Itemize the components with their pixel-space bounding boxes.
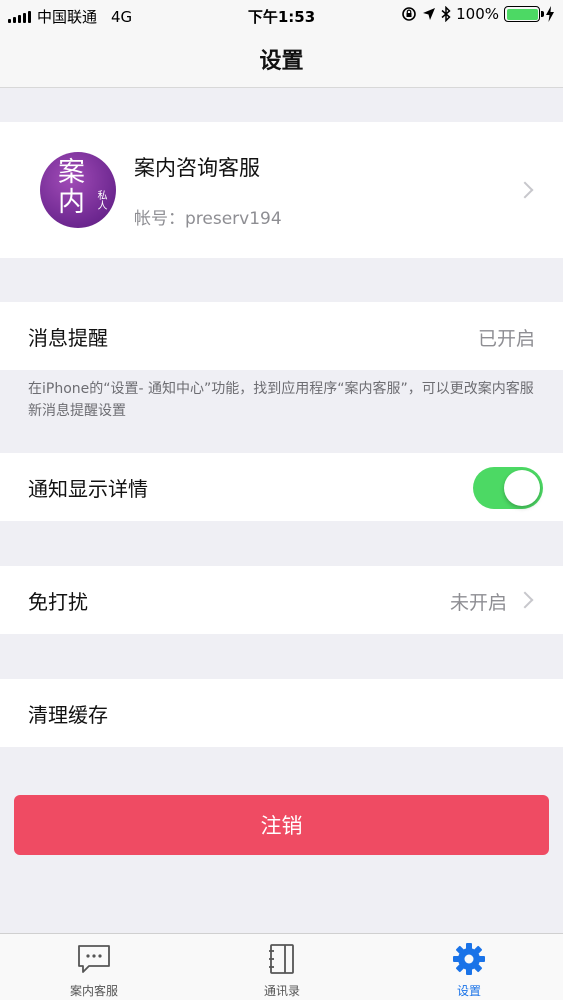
charging-icon [546,6,554,22]
tab-bar: 案内客服 通讯录 设置 [0,933,563,1000]
battery-percent: 100% [456,5,499,23]
tab-chat-label: 案内客服 [69,984,118,998]
logout-button[interactable]: 注销 [14,795,549,855]
notification-row[interactable]: 消息提醒 已开启 [0,302,563,370]
show-details-row: 通知显示详情 [0,453,563,521]
notification-value: 已开启 [477,328,535,350]
profile-name: 案内咨询客服 [134,156,260,180]
orientation-lock-icon [402,7,416,21]
tab-settings[interactable]: 设置 [375,934,563,1000]
show-details-toggle[interactable] [473,467,543,509]
address-book-icon [269,944,294,974]
chevron-right-icon [516,591,534,609]
clear-cache-row[interactable]: 清理缓存 [0,679,563,747]
status-right: 100% [401,5,555,23]
avatar-text-small: 私人 [95,190,106,210]
tab-chat[interactable]: 案内客服 [0,934,188,1000]
profile-card[interactable]: 案 内 私人 案内咨询客服 帐号：preserv194 [0,122,563,258]
location-icon [423,8,436,20]
tab-contacts-label: 通讯录 [263,984,300,998]
clear-cache-label: 清理缓存 [28,703,108,727]
gear-icon [453,943,485,975]
bluetooth-icon [441,6,451,22]
chevron-right-icon [516,181,534,199]
do-not-disturb-row[interactable]: 免打扰 未开启 [0,566,563,634]
nav-bar: 设置 [0,30,563,88]
tab-contacts[interactable]: 通讯录 [188,934,376,1000]
do-not-disturb-value: 未开启 [449,592,507,614]
page-title: 设置 [259,48,304,74]
tab-settings-label: 设置 [456,984,481,998]
battery-icon [504,6,544,22]
profile-account: 帐号：preserv194 [134,209,282,229]
do-not-disturb-label: 免打扰 [28,590,88,614]
avatar-text-1: 案 [58,157,85,188]
avatar: 案 内 私人 [40,152,116,228]
status-bar: 中国联通 4G 下午1:53 100% [0,0,563,30]
notification-label: 消息提醒 [28,326,108,350]
show-details-label: 通知显示详情 [28,477,148,501]
toggle-knob [504,470,540,506]
chat-bubble-icon [78,945,110,973]
notification-hint: 在iPhone的“设置- 通知中心”功能，找到应用程序“案内客服”，可以更改案内… [28,381,534,419]
avatar-text-2: 内 [58,187,85,218]
